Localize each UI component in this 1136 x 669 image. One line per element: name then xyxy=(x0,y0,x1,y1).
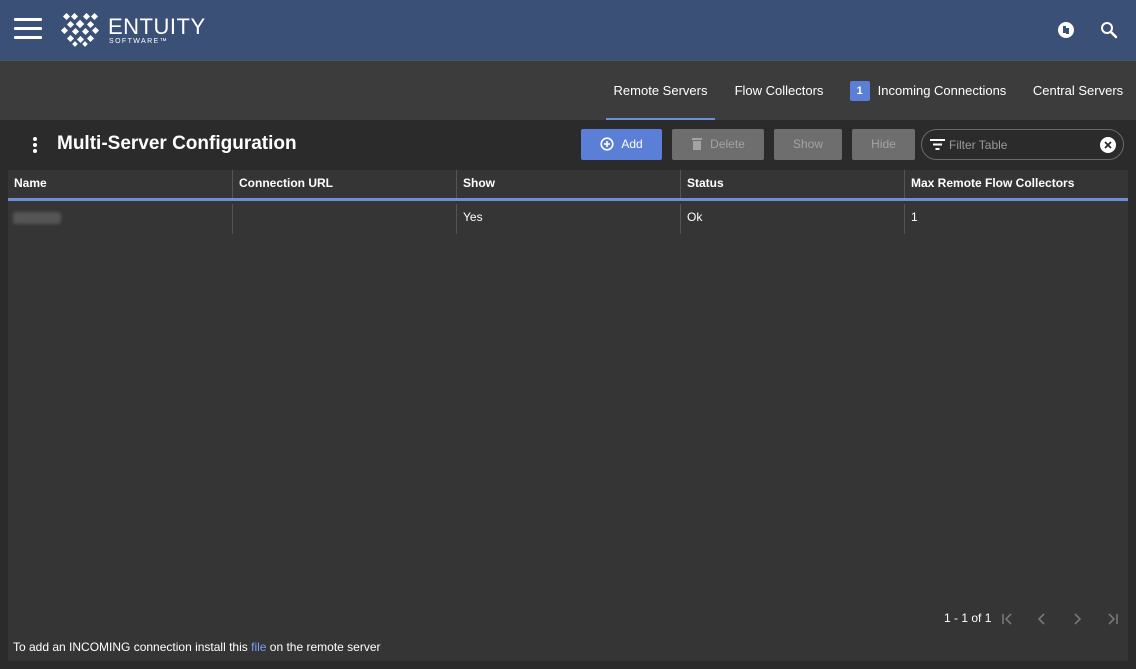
pager-range: 1 - 1 of 1 xyxy=(944,611,992,625)
main-panel: Multi-Server Configuration Add Delete Sh… xyxy=(8,120,1128,661)
column-header-connection-url[interactable]: Connection URL xyxy=(233,170,457,198)
more-options-icon[interactable] xyxy=(30,137,40,155)
column-header-name[interactable]: Name xyxy=(8,170,233,198)
delete-button[interactable]: Delete xyxy=(672,129,764,160)
tab-label: Flow Collectors xyxy=(734,83,824,98)
tab-central-servers[interactable]: Central Servers xyxy=(1027,61,1129,121)
count-badge: 1 xyxy=(849,80,870,101)
hide-button[interactable]: Hide xyxy=(852,129,915,160)
panel-header: Multi-Server Configuration Add Delete Sh… xyxy=(8,120,1128,170)
add-circle-icon xyxy=(600,137,614,151)
cell-show: Yes xyxy=(457,204,681,234)
tab-incoming-connections[interactable]: 1 Incoming Connections xyxy=(842,61,1014,121)
next-page-icon[interactable] xyxy=(1069,611,1085,627)
brand-name: ENTUITY xyxy=(108,14,206,39)
page-title: Multi-Server Configuration xyxy=(57,133,297,154)
filter-icon xyxy=(930,139,945,150)
entuity-logo[interactable]: ENTUITY SOFTWARE™ xyxy=(60,12,205,50)
top-bar: ENTUITY SOFTWARE™ xyxy=(0,0,1136,60)
tab-label: Incoming Connections xyxy=(877,83,1007,98)
cell-status: Ok xyxy=(681,204,905,234)
tab-label: Remote Servers xyxy=(613,83,708,98)
filter-table-box xyxy=(921,129,1124,160)
tab-bar: Remote Servers Flow Collectors 1 Incoming… xyxy=(0,60,1136,121)
column-header-status[interactable]: Status xyxy=(681,170,905,198)
cell-name xyxy=(8,204,233,234)
footer-text-before: To add an INCOMING connection install th… xyxy=(13,640,252,654)
column-header-max-remote-flow-collectors[interactable]: Max Remote Flow Collectors xyxy=(905,170,1128,198)
clear-filter-icon[interactable] xyxy=(1100,137,1116,153)
table-header: Name Connection URL Show Status Max Remo… xyxy=(8,170,1128,201)
column-header-show[interactable]: Show xyxy=(457,170,681,198)
first-page-icon[interactable] xyxy=(1000,611,1016,627)
show-button[interactable]: Show xyxy=(774,129,842,160)
download-file-link[interactable]: file xyxy=(251,640,266,654)
footer-text-after: on the remote server xyxy=(266,640,381,654)
add-label: Add xyxy=(621,137,643,151)
tab-flow-collectors[interactable]: Flow Collectors xyxy=(727,61,831,121)
filter-table-input[interactable] xyxy=(949,135,1089,155)
trash-icon xyxy=(692,138,703,151)
add-button[interactable]: Add xyxy=(581,129,662,160)
hamburger-menu-icon[interactable] xyxy=(14,18,42,40)
cell-connection-url xyxy=(233,204,457,234)
cell-max-remote-flow-collectors: 1 xyxy=(911,210,918,224)
last-page-icon[interactable] xyxy=(1104,611,1120,627)
search-icon[interactable] xyxy=(1098,19,1120,41)
table-row[interactable]: Yes Ok 1 xyxy=(8,204,1128,234)
footer-note: To add an INCOMING connection install th… xyxy=(13,640,381,654)
tab-label: Central Servers xyxy=(1032,83,1124,98)
delete-label: Delete xyxy=(710,137,745,151)
info-badge-icon[interactable] xyxy=(1055,19,1077,41)
brand-subtitle: SOFTWARE™ xyxy=(109,38,169,45)
tab-remote-servers[interactable]: Remote Servers xyxy=(606,61,715,121)
previous-page-icon[interactable] xyxy=(1034,611,1050,627)
redacted-name xyxy=(13,211,61,224)
entuity-logo-mark-icon xyxy=(60,12,100,47)
